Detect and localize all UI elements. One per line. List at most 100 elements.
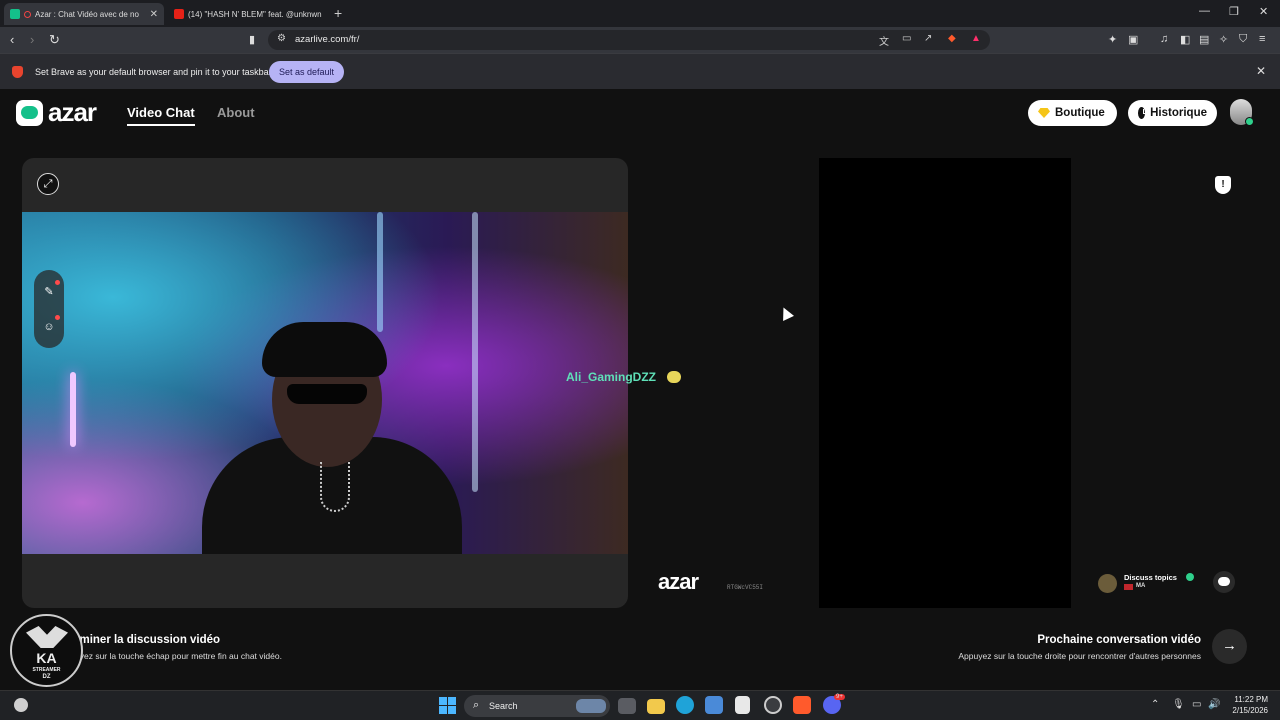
- sunglasses: [287, 384, 367, 404]
- brave-shields-icon[interactable]: ◆: [948, 33, 956, 44]
- end-chat-title[interactable]: rminer la discussion vidéo: [75, 634, 220, 646]
- wallet-icon[interactable]: ▤: [1199, 33, 1209, 46]
- url-text[interactable]: azarlive.com/fr/: [295, 34, 359, 45]
- recording-icon: [24, 10, 31, 18]
- expand-icon[interactable]: ⤢: [37, 173, 59, 195]
- browser-tab-bar: Azar : Chat Vidéo avec de no ✕ (14) "HAS…: [0, 0, 1280, 27]
- minimize-button[interactable]: —: [1199, 5, 1210, 17]
- led-light-bar: [472, 212, 478, 492]
- taskbar-search[interactable]: ⌕ Search: [464, 695, 610, 717]
- azar-logo-icon[interactable]: [16, 100, 43, 126]
- default-browser-infobar: Set Brave as your default browser and pi…: [0, 53, 1280, 89]
- tray-overflow-icon[interactable]: ⌃: [1151, 699, 1159, 710]
- notepad-icon[interactable]: [735, 696, 750, 714]
- streamer-logo-suffix: DZ: [42, 674, 51, 680]
- magic-wand-icon[interactable]: ✎: [41, 284, 57, 300]
- shop-label: Boutique: [1055, 107, 1105, 119]
- tab-close-icon[interactable]: ✕: [146, 9, 158, 20]
- sidebar-icon[interactable]: ◧: [1180, 33, 1190, 46]
- led-light-bar: [70, 372, 76, 447]
- task-view-icon[interactable]: [618, 698, 636, 714]
- microphone-icon[interactable]: 🎙: [1172, 699, 1185, 710]
- tab-youtube[interactable]: (14) "HASH N' BLEM" feat. @unknwn: [168, 3, 328, 25]
- video-tools: ✎ ☺: [34, 270, 64, 348]
- url-bar[interactable]: ⚙ azarlive.com/fr/ 文 ▭ ↗ ◆ ▲: [268, 30, 990, 50]
- topics-label: Discuss topics: [1124, 573, 1177, 582]
- remote-video-feed: [819, 158, 1071, 608]
- clock-date: 2/15/2026: [1232, 706, 1268, 715]
- forward-icon[interactable]: ›: [30, 32, 34, 47]
- person-hair: [262, 322, 387, 377]
- end-chat-subtitle: uyez sur la touche échap pour mettre fin…: [75, 651, 282, 661]
- address-toolbar: ‹ › ↻ ▮ ⚙ azarlive.com/fr/ 文 ▭ ↗ ◆ ▲ ✦ ▣…: [0, 27, 1280, 53]
- new-tab-button[interactable]: +: [334, 5, 342, 21]
- back-icon[interactable]: ‹: [10, 32, 14, 47]
- obs-icon[interactable]: [764, 696, 782, 714]
- azar-logo-text[interactable]: azar: [48, 97, 97, 128]
- chat-bubble-icon[interactable]: [1213, 571, 1235, 593]
- volume-icon[interactable]: 🔊: [1208, 699, 1220, 710]
- mouse-cursor-icon: [778, 305, 794, 321]
- search-highlight-image: [576, 699, 606, 713]
- next-chat-subtitle: Appuyez sur la touche droite pour rencon…: [958, 651, 1201, 661]
- translate-icon[interactable]: 文: [879, 33, 889, 48]
- next-chat-title[interactable]: Prochaine conversation vidéo: [1037, 634, 1201, 646]
- windows-taskbar: ⌕ Search 9+ ⌃ 🎙 ▭ 🔊 11:22 PM 2/15/2026: [0, 690, 1280, 720]
- notification-dot: [55, 280, 60, 285]
- start-button[interactable]: [438, 696, 458, 716]
- edge-icon[interactable]: [676, 696, 694, 714]
- clock-icon: [1138, 107, 1148, 119]
- vpn-icon[interactable]: ⛉: [1239, 33, 1247, 46]
- menu-icon[interactable]: ≡: [1259, 33, 1265, 45]
- nav-video-chat[interactable]: Video Chat: [127, 105, 195, 126]
- taskbar-clock[interactable]: 11:22 PM 2/15/2026: [1228, 694, 1268, 716]
- history-button[interactable]: Historique: [1128, 100, 1217, 126]
- discord-badge: 9+: [834, 694, 845, 700]
- user-avatar[interactable]: [1230, 99, 1254, 126]
- reload-icon[interactable]: ↻: [49, 32, 60, 48]
- necklace: [320, 462, 350, 512]
- azar-watermark: azar: [658, 569, 699, 594]
- watermark-code: RTGWcVC55I: [727, 584, 764, 591]
- brave-rewards-icon[interactable]: ▲: [971, 33, 981, 44]
- leo-ai-icon[interactable]: ✧: [1219, 33, 1228, 46]
- face-filter-icon[interactable]: ☺: [41, 319, 57, 335]
- share-icon[interactable]: ↗: [924, 33, 932, 44]
- cast-icon[interactable]: ▭: [902, 33, 911, 44]
- infobar-close-icon[interactable]: ✕: [1256, 64, 1266, 78]
- nav-about[interactable]: About: [217, 105, 255, 120]
- gem-icon: [1038, 108, 1050, 118]
- clock-time: 11:22 PM: [1234, 695, 1268, 704]
- network-icon[interactable]: ▭: [1192, 699, 1201, 710]
- partner-thumbnail: [1098, 574, 1117, 593]
- screenshot-icon[interactable]: ▣: [1128, 33, 1138, 46]
- extensions-icon[interactable]: ✦: [1108, 33, 1117, 46]
- youtube-favicon-icon: [174, 9, 184, 19]
- discuss-topics[interactable]: Discuss topics MA: [1098, 572, 1208, 596]
- weather-icon[interactable]: [14, 698, 28, 712]
- local-video-feed: ✎ ☺: [22, 212, 628, 554]
- morocco-flag-icon: [1124, 584, 1133, 590]
- led-light-bar: [377, 212, 383, 332]
- streamer-overlay-logo: KA STREAMER DZ: [10, 614, 83, 687]
- streamer-logo-initials: KA: [36, 650, 57, 666]
- next-arrow-button[interactable]: →: [1212, 629, 1247, 664]
- report-shield-icon[interactable]: !: [1215, 176, 1231, 194]
- store-icon[interactable]: [705, 696, 723, 714]
- site-info-icon[interactable]: ⚙: [277, 33, 286, 44]
- file-explorer-icon[interactable]: [647, 699, 665, 714]
- country-code: MA: [1136, 583, 1146, 589]
- tab-title: Azar : Chat Vidéo avec de no: [35, 9, 139, 19]
- bookmark-icon[interactable]: ▮: [249, 33, 255, 46]
- eagle-icon: [26, 626, 68, 648]
- media-icon[interactable]: ♫: [1160, 33, 1168, 45]
- window-close-button[interactable]: ✕: [1259, 5, 1268, 18]
- streamer-logo-word: STREAMER: [32, 667, 61, 673]
- set-default-button[interactable]: Set as default: [269, 61, 344, 83]
- tab-azar[interactable]: Azar : Chat Vidéo avec de no ✕: [4, 3, 164, 25]
- shop-button[interactable]: Boutique: [1028, 100, 1117, 126]
- search-placeholder: Search: [489, 701, 518, 711]
- restore-button[interactable]: ❐: [1229, 5, 1239, 18]
- brave-logo-icon: [12, 66, 23, 78]
- brave-taskbar-icon[interactable]: [793, 696, 811, 714]
